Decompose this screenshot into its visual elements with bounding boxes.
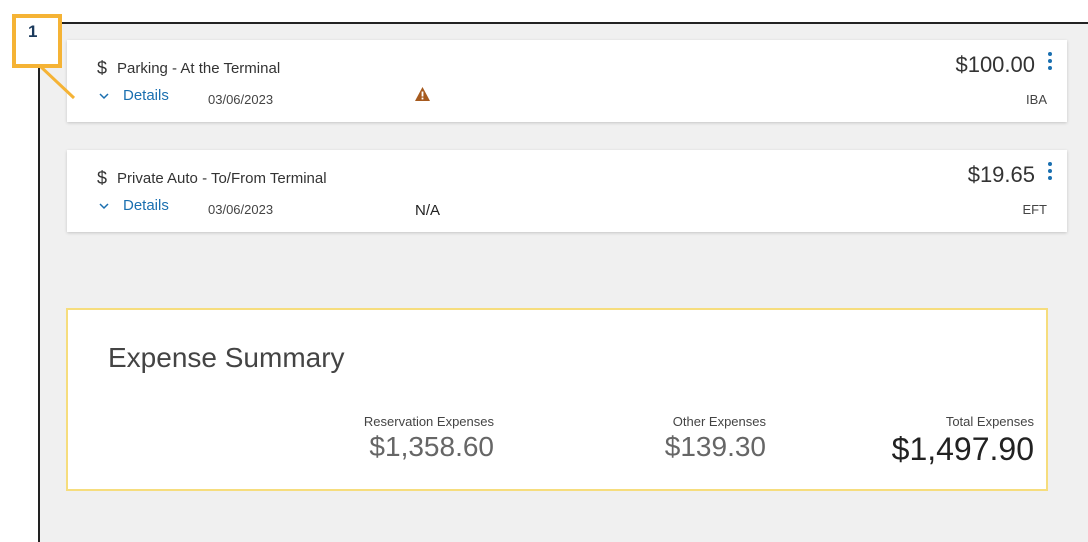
callout-badge: 1 <box>12 14 62 68</box>
payment-method: EFT <box>1022 202 1047 217</box>
expense-title-row: $ Private Auto - To/From Terminal <box>97 168 327 189</box>
details-label[interactable]: Details <box>123 197 169 214</box>
other-expenses-value: $139.30 <box>664 431 766 462</box>
reservation-expenses-label: Reservation Expenses <box>363 414 494 429</box>
expense-summary: Expense Summary Reservation Expenses $1,… <box>66 308 1048 491</box>
total-expenses-value: $1,497.90 <box>891 431 1034 467</box>
expense-title: Private Auto - To/From Terminal <box>117 170 327 187</box>
details-toggle[interactable]: Details <box>99 87 169 104</box>
total-expenses-label: Total Expenses <box>945 414 1034 429</box>
expense-card: $ Parking - At the Terminal Details 03/0… <box>67 40 1067 122</box>
expense-status: N/A <box>415 202 441 219</box>
chevron-down-icon <box>99 202 109 209</box>
expense-date: 03/06/2023 <box>208 202 274 217</box>
callout-number: 1 <box>28 22 38 41</box>
more-options-icon[interactable] <box>1047 162 1053 182</box>
warning-icon <box>415 87 430 101</box>
expense-amount: $100.00 <box>955 52 1035 77</box>
reservation-expenses-value: $1,358.60 <box>369 431 494 462</box>
more-options-icon[interactable] <box>1047 52 1053 72</box>
other-expenses-label: Other Expenses <box>672 414 766 429</box>
chevron-down-icon <box>99 92 109 99</box>
expense-date: 03/06/2023 <box>208 92 274 107</box>
summary-title: Expense Summary <box>108 342 345 373</box>
other-expenses-stat: Other Expenses $139.30 <box>665 414 766 463</box>
expense-card: $ Private Auto - To/From Terminal Detail… <box>67 150 1067 232</box>
payment-method: IBA <box>1026 92 1047 107</box>
callout-pointer <box>38 66 76 100</box>
total-expenses-stat: Total Expenses $1,497.90 <box>892 414 1034 468</box>
dollar-icon: $ <box>97 58 108 78</box>
expense-amount: $19.65 <box>967 162 1035 187</box>
reservation-expenses-stat: Reservation Expenses $1,358.60 <box>364 414 494 463</box>
details-label[interactable]: Details <box>123 87 169 104</box>
dollar-icon: $ <box>97 168 108 188</box>
expense-title: Parking - At the Terminal <box>117 60 281 77</box>
expense-title-row: $ Parking - At the Terminal <box>97 58 280 79</box>
details-toggle[interactable]: Details <box>99 197 169 214</box>
